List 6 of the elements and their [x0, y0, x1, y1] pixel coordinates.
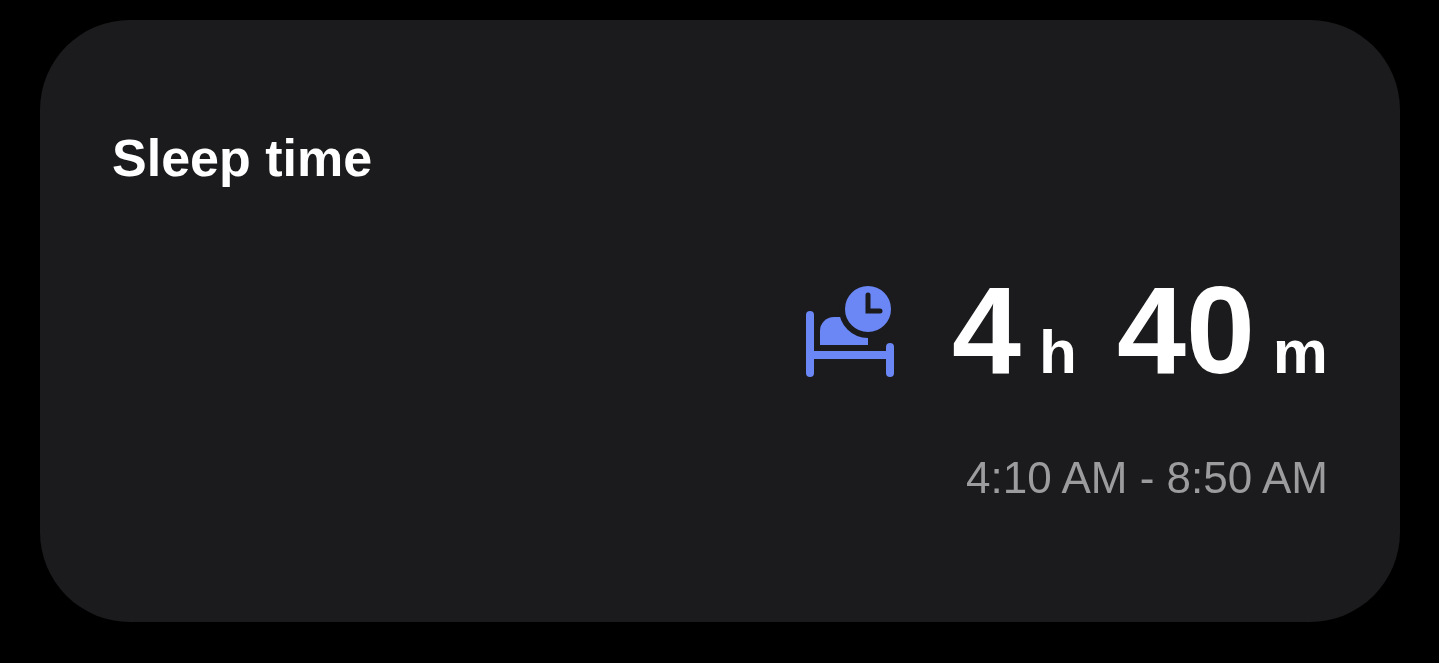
bed-clock-icon: [806, 283, 895, 377]
time-range: 4:10 AM - 8:50 AM: [966, 456, 1328, 500]
duration-unit: m: [1272, 321, 1328, 383]
duration-value: 4: [952, 268, 1022, 392]
duration-value: 40: [1116, 268, 1255, 392]
duration-unit: h: [1039, 321, 1077, 383]
